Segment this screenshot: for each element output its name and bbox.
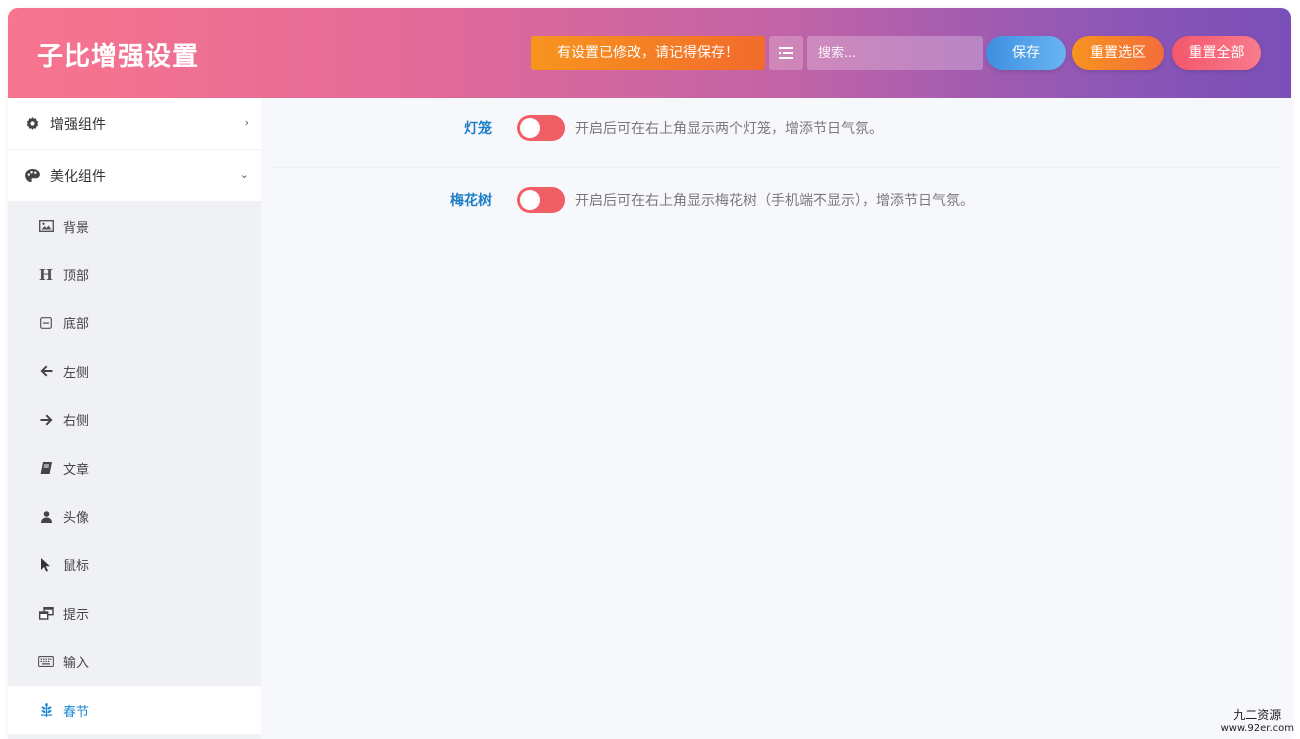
arrow-right-icon	[38, 412, 54, 428]
sidebar-group-enhance[interactable]: 增强组件 ›	[8, 98, 261, 150]
sidebar: 增强组件 › 美化组件 ⌄ 背景 H 顶部 底部 左侧 右侧 文章 头像 鼠标 …	[8, 98, 261, 739]
sidebar-item-background[interactable]: 背景	[8, 202, 261, 250]
sidebar-item-label: 右侧	[63, 414, 90, 430]
sidebar-item-article[interactable]: 文章	[8, 444, 261, 492]
square-minus-icon	[38, 315, 54, 331]
page-title: 子比增强设置	[37, 42, 200, 72]
gear-icon	[25, 116, 40, 131]
sidebar-item-label: 背景	[63, 220, 90, 236]
toggle-knob	[520, 190, 540, 210]
plum-tree-toggle[interactable]	[517, 187, 565, 213]
sidebar-item-left[interactable]: 左侧	[8, 347, 261, 395]
book-icon	[38, 460, 54, 476]
chevron-down-icon: ⌄	[239, 168, 249, 181]
setting-row-plum-tree: 梅花树 开启后可在右上角显示梅花树（手机端不显示），增添节日气氛。	[271, 168, 1281, 238]
image-icon	[38, 218, 54, 234]
header: 子比增强设置 有设置已修改，请记得保存！ 保存 重置选区 重置全部	[8, 8, 1291, 98]
expand-all-button[interactable]	[769, 36, 803, 70]
watermark: 九二资源 www.92er.com	[1221, 709, 1294, 735]
chevron-right-icon: ›	[244, 116, 249, 129]
windows-icon	[38, 605, 54, 621]
watermark-url: www.92er.com	[1220, 723, 1294, 734]
palette-icon	[25, 168, 40, 183]
sidebar-item-label: 头像	[63, 511, 90, 527]
keyboard-icon	[38, 654, 54, 670]
sidebar-item-label: 顶部	[63, 269, 90, 285]
sidebar-item-label: 底部	[63, 317, 90, 333]
toggle-knob	[520, 117, 540, 138]
sidebar-item-spring-festival[interactable]: 春节	[8, 685, 261, 735]
sidebar-item-tip[interactable]: 提示	[8, 589, 261, 637]
sidebar-item-label: 鼠标	[63, 559, 90, 575]
sidebar-group-beautify[interactable]: 美化组件 ⌄	[8, 150, 261, 202]
sidebar-item-mouse[interactable]: 鼠标	[8, 541, 261, 589]
sidebar-item-avatar[interactable]: 头像	[8, 492, 261, 540]
settings-panel: 子比增强设置 有设置已修改，请记得保存！ 保存 重置选区 重置全部 增强组件 ›…	[8, 8, 1291, 739]
sidebar-item-top[interactable]: H 顶部	[8, 250, 261, 298]
search-input[interactable]	[807, 36, 983, 70]
setting-row-lantern: 灯笼 开启后可在右上角显示两个灯笼，增添节日气氛。	[271, 98, 1281, 168]
wheat-icon	[38, 702, 54, 718]
sidebar-item-label: 文章	[63, 462, 90, 478]
sidebar-item-label: 输入	[63, 656, 90, 672]
arrow-left-icon	[38, 363, 54, 379]
cursor-icon	[38, 557, 54, 573]
user-icon	[38, 509, 54, 525]
watermark-title: 九二资源	[1233, 708, 1282, 722]
setting-label: 灯笼	[464, 120, 492, 137]
reset-all-button[interactable]: 重置全部	[1172, 36, 1261, 70]
settings-content: 灯笼 开启后可在右上角显示两个灯笼，增添节日气氛。 梅花树 开启后可在右上角显示…	[261, 98, 1291, 739]
reset-section-button[interactable]: 重置选区	[1072, 36, 1164, 70]
sidebar-item-input[interactable]: 输入	[8, 638, 261, 686]
sidebar-group-label: 美化组件	[50, 168, 106, 185]
setting-description: 开启后可在右上角显示两个灯笼，增添节日气氛。	[575, 120, 883, 137]
sidebar-item-right[interactable]: 右侧	[8, 396, 261, 444]
setting-label: 梅花树	[450, 193, 492, 209]
unsaved-notice: 有设置已修改，请记得保存！	[531, 36, 765, 70]
save-button[interactable]: 保存	[986, 36, 1066, 70]
setting-description: 开启后可在右上角显示梅花树（手机端不显示），增添节日气氛。	[575, 193, 974, 209]
heading-icon: H	[38, 265, 54, 284]
sidebar-item-label: 提示	[63, 607, 90, 623]
sidebar-item-bottom[interactable]: 底部	[8, 299, 261, 347]
sidebar-item-label: 左侧	[63, 365, 90, 381]
sidebar-group-label: 增强组件	[50, 116, 106, 133]
list-icon	[779, 44, 793, 63]
lantern-toggle[interactable]	[517, 114, 565, 141]
sidebar-item-label: 春节	[63, 704, 90, 720]
